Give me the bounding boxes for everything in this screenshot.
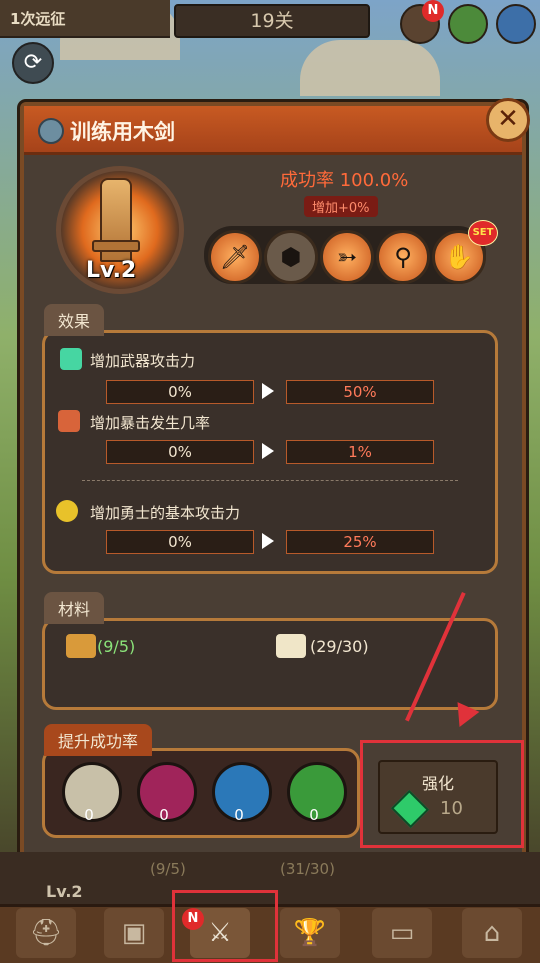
trophy-icon[interactable]: 🏆	[280, 908, 340, 958]
knight-icon[interactable]: ⛑	[16, 908, 76, 958]
material-count: (9/5)	[97, 637, 136, 656]
effect-to-value: 50%	[286, 380, 434, 404]
shield-slot-icon[interactable]: ⬢	[264, 230, 318, 284]
weapon-level: Lv.2	[86, 258, 137, 283]
effect-from-value: 0%	[106, 380, 254, 404]
material-count: (29/30)	[310, 637, 369, 656]
sword-guard-icon	[92, 240, 140, 252]
effect-label: 增加勇士的基本攻击力	[90, 504, 241, 522]
panel-header: 训练用木剑	[24, 106, 522, 155]
effects-divider	[82, 480, 458, 481]
arrow-icon	[262, 533, 274, 549]
success-rate: 成功率 100.0%	[280, 170, 409, 191]
effects-tab: 效果	[44, 304, 105, 336]
effect-to-value: 1%	[286, 440, 434, 464]
set-badge: SET	[468, 220, 498, 246]
rate-bonus-badge: 增加+0%	[304, 196, 378, 217]
background-level: Lv.2	[46, 882, 83, 901]
effect-to-value: 25%	[286, 530, 434, 554]
nav-highlight-box	[172, 890, 278, 962]
boost-tab: 提升成功率	[44, 724, 153, 756]
upgrade-label: 强化	[421, 774, 454, 793]
background-material: (31/30)	[280, 860, 335, 878]
effect-label: 增加暴击发生几率	[90, 414, 211, 432]
upgrade-cost: 10	[440, 798, 463, 819]
gem-count: 0	[84, 806, 94, 824]
effect-label: 增加武器攻击力	[90, 352, 196, 370]
ticket-icon	[66, 634, 96, 658]
arrow-icon	[262, 443, 274, 459]
background-material: (9/5)	[150, 860, 186, 878]
bone-icon	[276, 634, 306, 658]
expedition-label: 1次远征	[10, 10, 66, 28]
refresh-button[interactable]: ⟳	[12, 42, 54, 84]
gem-count: 0	[309, 806, 319, 824]
dagger-slot-icon[interactable]: 🗡	[208, 230, 262, 284]
panel-title: 训练用木剑	[70, 120, 175, 144]
gear-icon[interactable]	[496, 4, 536, 44]
gem-attack-icon	[60, 348, 82, 370]
upgrade-button[interactable]: 强化 10	[378, 760, 498, 834]
gem-count: 0	[159, 806, 169, 824]
armor-icon[interactable]: ▣	[104, 908, 164, 958]
arrow-icon	[262, 383, 274, 399]
stage-indicator: 19关	[174, 4, 370, 38]
expedition-counter: 1次远征	[0, 0, 170, 38]
gem-count: 0	[234, 806, 244, 824]
set-bonus-icon	[56, 500, 78, 522]
materials-tab: 材料	[44, 592, 105, 624]
belt-icon[interactable]: ▭	[372, 908, 432, 958]
critical-icon	[58, 410, 80, 432]
effect-from-value: 0%	[106, 530, 254, 554]
green-gem-icon	[390, 789, 430, 829]
bow-slot-icon[interactable]: ➳	[320, 230, 374, 284]
quest-icon[interactable]	[448, 4, 488, 44]
helmet-icon	[38, 118, 64, 144]
close-button[interactable]: ✕	[486, 98, 530, 142]
effect-from-value: 0%	[106, 440, 254, 464]
tent-decoration	[300, 40, 440, 96]
notification-badge: N	[422, 0, 444, 22]
shop-icon[interactable]: ⌂	[462, 908, 522, 958]
staff-slot-icon[interactable]: ⚲	[376, 230, 430, 284]
